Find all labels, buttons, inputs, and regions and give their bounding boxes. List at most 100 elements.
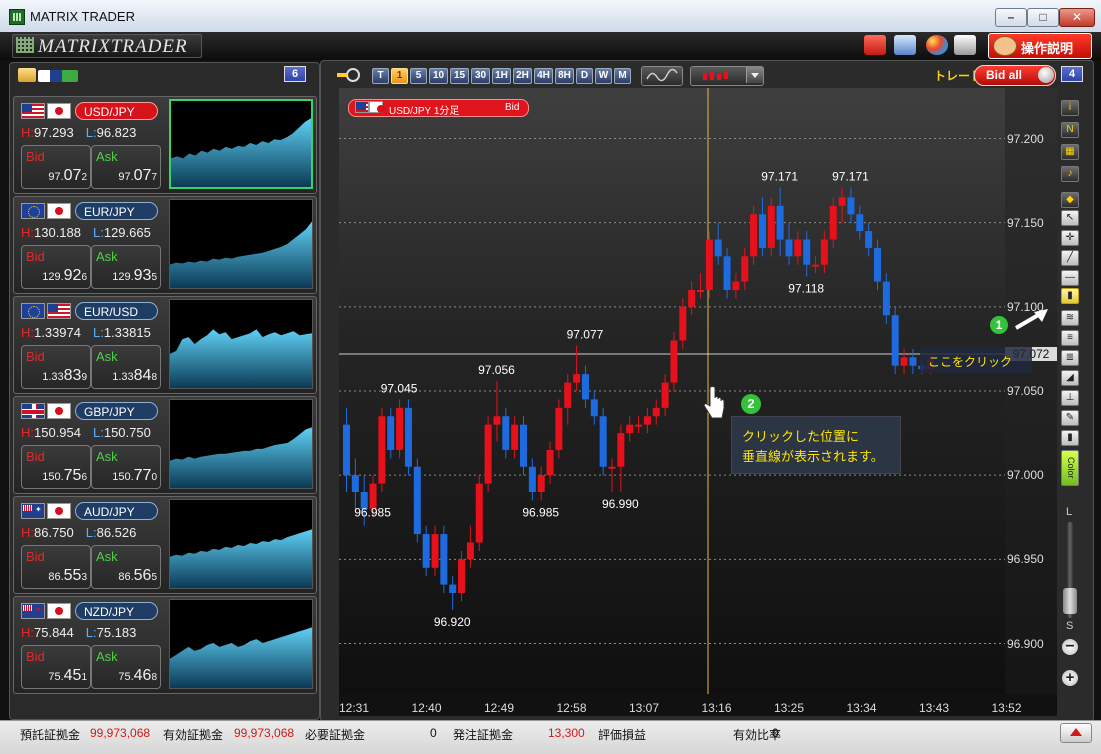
candle bbox=[758, 197, 766, 257]
candle bbox=[626, 416, 634, 442]
ask-quote-button[interactable]: Ask 75.468 bbox=[91, 645, 161, 689]
candle bbox=[511, 416, 519, 459]
save-icon[interactable] bbox=[894, 35, 916, 55]
bid-quote-button[interactable]: Bid 86.553 bbox=[21, 545, 91, 589]
zoom-in-icon[interactable]: + bbox=[1062, 670, 1078, 686]
ask-quote-button[interactable]: Ask 150.770 bbox=[91, 445, 161, 489]
pin-tool-icon[interactable]: ◆ bbox=[1061, 192, 1079, 208]
zoom-search-icon[interactable] bbox=[337, 67, 363, 83]
close-button[interactable]: ✕ bbox=[1059, 8, 1095, 27]
pair-name[interactable]: EUR/USD bbox=[75, 302, 158, 320]
chart-symbol-label: USD/JPY 1分足 Bid bbox=[348, 99, 529, 117]
chart-style-button[interactable] bbox=[641, 66, 683, 86]
bid-price: 86.553 bbox=[48, 567, 87, 585]
flags-icon[interactable] bbox=[38, 70, 78, 82]
timeframe-10[interactable]: 10 bbox=[429, 68, 448, 84]
price-tick: 97.150 bbox=[1007, 215, 1044, 230]
ask-price: 97.077 bbox=[118, 167, 157, 185]
timeframe-4h[interactable]: 4H bbox=[534, 68, 553, 84]
pair-name[interactable]: GBP/JPY bbox=[75, 402, 158, 420]
candlestick-chart[interactable]: 97.045 96.985 96.920 97.056 96.985 97.077 96.9… bbox=[339, 88, 1005, 694]
footer-expand-button[interactable] bbox=[1060, 723, 1092, 743]
chart-type-select[interactable] bbox=[690, 66, 764, 86]
arc-tool-icon[interactable]: ◢ bbox=[1061, 370, 1079, 386]
low-value: 86.526 bbox=[96, 525, 137, 540]
candle-body bbox=[776, 205, 784, 240]
timeframe-m[interactable]: M bbox=[614, 68, 631, 84]
bid-quote-button[interactable]: Bid 150.756 bbox=[21, 445, 91, 489]
timeframe-d[interactable]: D bbox=[576, 68, 593, 84]
fib-tool-icon[interactable]: ≋ bbox=[1061, 310, 1079, 326]
timeframe-8h[interactable]: 8H bbox=[555, 68, 574, 84]
timeframe-2h[interactable]: 2H bbox=[513, 68, 532, 84]
color-tool-icon[interactable]: Color bbox=[1061, 450, 1079, 486]
help-button[interactable]: 操作説明 bbox=[988, 33, 1092, 59]
bid-quote-button[interactable]: Bid 97.072 bbox=[21, 145, 91, 189]
map-tool-icon[interactable]: ▦ bbox=[1061, 144, 1079, 160]
pair-name[interactable]: EUR/JPY bbox=[75, 202, 158, 220]
pair-card[interactable]: NZD/JPYH:75.844L:75.183Bid75.451Ask75.46… bbox=[13, 596, 317, 694]
timeframe-w[interactable]: W bbox=[595, 68, 612, 84]
mini-chart[interactable] bbox=[169, 399, 313, 489]
folder-icon[interactable] bbox=[18, 68, 36, 82]
ask-quote-button[interactable]: Ask 1.33848 bbox=[91, 345, 161, 389]
mini-chart-svg bbox=[170, 529, 312, 588]
cursor-tool-icon[interactable]: ↖ bbox=[1061, 210, 1079, 226]
palette-icon[interactable] bbox=[926, 35, 948, 55]
trash-tool-icon[interactable]: ▮ bbox=[1061, 430, 1079, 446]
ask-quote-button[interactable]: Ask 129.935 bbox=[91, 245, 161, 289]
zoom-out-icon[interactable]: − bbox=[1062, 639, 1078, 655]
gann-tool-icon[interactable]: ⊥ bbox=[1061, 390, 1079, 406]
ask-quote-button[interactable]: Ask 97.077 bbox=[91, 145, 161, 189]
hline-tool-icon[interactable]: — bbox=[1061, 270, 1079, 286]
bid-quote-button[interactable]: Bid 75.451 bbox=[21, 645, 91, 689]
ask-quote-button[interactable]: Ask 86.565 bbox=[91, 545, 161, 589]
pair-card[interactable]: EUR/JPY H:130.188 L:129.665 Bid 129.926 Ask 12… bbox=[13, 196, 317, 294]
candle bbox=[635, 416, 643, 434]
timeframe-1[interactable]: 1 bbox=[391, 68, 408, 84]
pair-name[interactable]: NZD/JPY bbox=[75, 602, 158, 620]
timeframe-30[interactable]: 30 bbox=[471, 68, 490, 84]
bid-price-big: 07 bbox=[63, 167, 82, 184]
bid-quote-button[interactable]: Bid 129.926 bbox=[21, 245, 91, 289]
vline-tool-icon[interactable]: ▮ bbox=[1061, 288, 1079, 304]
print-icon[interactable] bbox=[954, 35, 976, 55]
pair-name[interactable]: AUD/JPY bbox=[75, 502, 158, 520]
ask-price-pip: 7 bbox=[151, 172, 157, 183]
minimize-button[interactable]: – bbox=[995, 8, 1027, 27]
bid-quote-button[interactable]: Bid 1.33839 bbox=[21, 345, 91, 389]
mini-chart[interactable] bbox=[169, 499, 313, 589]
pair-card[interactable]: GBP/JPY H:150.954 L:150.750 Bid 150.756 Ask 15… bbox=[13, 396, 317, 494]
bid-price: 97.072 bbox=[48, 167, 87, 185]
timeframe-1h[interactable]: 1H bbox=[492, 68, 511, 84]
pair-card[interactable]: EUR/USD H:1.33974 L:1.33815 Bid 1.33839 Ask 1.… bbox=[13, 296, 317, 394]
crosshair-tool-icon[interactable]: ✛ bbox=[1061, 230, 1079, 246]
mini-chart[interactable] bbox=[169, 199, 313, 289]
trendline-tool-icon[interactable]: ╱ bbox=[1061, 250, 1079, 266]
maximize-button[interactable]: □ bbox=[1027, 8, 1059, 27]
candle bbox=[404, 399, 412, 476]
info-tool-icon[interactable]: i bbox=[1061, 100, 1079, 116]
candle-body bbox=[573, 374, 581, 383]
channel-tool-icon[interactable]: ≡ bbox=[1061, 330, 1079, 346]
chart-count-badge[interactable]: 4 bbox=[1061, 66, 1083, 82]
pair-name[interactable]: USD/JPY bbox=[75, 102, 158, 120]
mini-chart[interactable] bbox=[169, 599, 313, 689]
pair-card[interactable]: AUD/JPYH:86.750L:86.526Bid86.553Ask86.56… bbox=[13, 496, 317, 594]
bell-tool-icon[interactable]: ♪ bbox=[1061, 166, 1079, 182]
mini-chart[interactable] bbox=[169, 99, 313, 189]
toolbox-icon[interactable] bbox=[864, 35, 886, 55]
zoom-slider-handle[interactable] bbox=[1063, 588, 1077, 614]
timeframe-t[interactable]: T bbox=[372, 68, 389, 84]
candle-body bbox=[856, 214, 864, 232]
candle-body bbox=[750, 214, 758, 257]
bid-all-toggle[interactable]: Bid all bbox=[974, 65, 1056, 86]
fan-tool-icon[interactable]: ≣ bbox=[1061, 350, 1079, 366]
pair-count-badge[interactable]: 6 bbox=[284, 66, 306, 82]
pair-card[interactable]: USD/JPY H:97.293 L:96.823 Bid 97.072 Ask 97.07… bbox=[13, 96, 317, 194]
timeframe-15[interactable]: 15 bbox=[450, 68, 469, 84]
pencil-tool-icon[interactable]: ✎ bbox=[1061, 410, 1079, 426]
mini-chart[interactable] bbox=[169, 299, 313, 389]
timeframe-5[interactable]: 5 bbox=[410, 68, 427, 84]
news-tool-icon[interactable]: N bbox=[1061, 122, 1079, 138]
